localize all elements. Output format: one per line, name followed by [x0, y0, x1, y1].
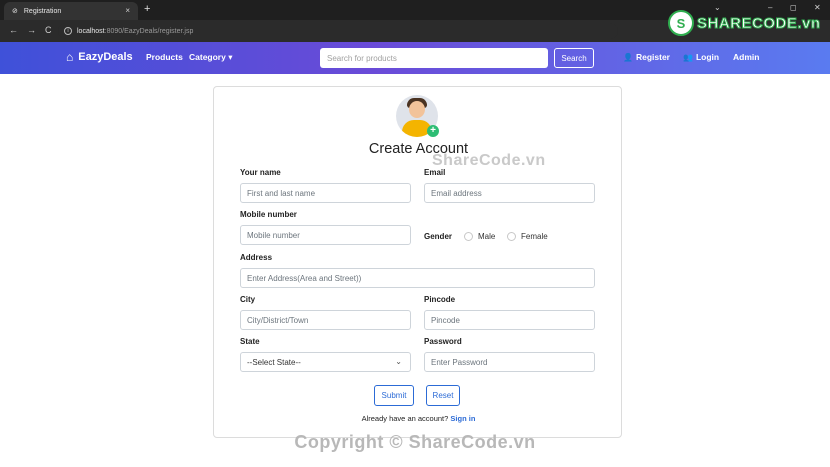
- address-label: Address: [240, 253, 273, 262]
- back-button[interactable]: ←: [9, 25, 18, 35]
- forward-button[interactable]: →: [27, 25, 36, 35]
- search-button[interactable]: Search: [554, 48, 594, 68]
- add-avatar-icon: +: [427, 125, 439, 137]
- city-field[interactable]: City/District/Town: [240, 310, 411, 330]
- address-field[interactable]: Enter Address(Area and Street)): [240, 268, 595, 288]
- register-link[interactable]: 👤 Register: [623, 52, 670, 62]
- gender-female-label: Female: [521, 232, 548, 241]
- gender-male-radio[interactable]: [464, 232, 473, 241]
- have-account-text: Already have an account?: [361, 414, 449, 423]
- password-label: Password: [424, 337, 462, 346]
- state-selected-value: --Select State--: [247, 357, 301, 367]
- logo-circle-icon: S: [668, 10, 694, 36]
- logo-text: SHARECODE.vn: [697, 14, 821, 32]
- nav-category-dropdown[interactable]: Category ▾: [189, 52, 232, 63]
- pincode-label: Pincode: [424, 295, 456, 304]
- login-link[interactable]: 👥 Login: [683, 52, 719, 62]
- app-navbar: ⌂ EazyDeals Products Category ▾ Search 👤…: [0, 42, 830, 74]
- admin-link[interactable]: Admin: [733, 52, 759, 62]
- nav-products[interactable]: Products: [146, 52, 183, 62]
- site-info-icon[interactable]: i: [64, 27, 72, 35]
- mobile-field[interactable]: Mobile number: [240, 225, 411, 245]
- reload-button[interactable]: C: [45, 25, 52, 35]
- gender-label: Gender: [424, 232, 453, 241]
- url-path: :8090/EazyDeals/register.jsp: [104, 27, 194, 35]
- new-tab-button[interactable]: +: [144, 3, 150, 15]
- sharecode-logo: S SHARECODE.vn: [668, 10, 821, 36]
- browser-tab[interactable]: ⊘ Registration ×: [4, 2, 138, 20]
- users-icon: 👥: [683, 52, 693, 62]
- email-field[interactable]: Email address: [424, 183, 595, 203]
- gender-male-label: Male: [478, 232, 496, 241]
- state-select[interactable]: --Select State-- ⌄: [240, 352, 411, 372]
- gender-female-radio[interactable]: [507, 232, 516, 241]
- page-title: Create Account: [368, 141, 469, 157]
- chevron-down-icon: ⌄: [395, 357, 402, 366]
- globe-icon: ⊘: [12, 8, 18, 15]
- registration-card: + Create Account Your name First and las…: [213, 86, 622, 438]
- brand-link[interactable]: ⌂ EazyDeals: [66, 50, 133, 64]
- user-plus-icon: 👤: [623, 52, 633, 62]
- center-watermark: ShareCode.vn: [432, 152, 546, 169]
- sign-in-link[interactable]: Sign in: [450, 414, 475, 423]
- search-input[interactable]: [320, 48, 548, 68]
- brand-name: EazyDeals: [78, 51, 133, 63]
- state-label: State: [240, 337, 260, 346]
- reset-button[interactable]: Reset: [426, 385, 460, 406]
- signin-prompt: Already have an account? Sign in: [214, 414, 623, 423]
- submit-button[interactable]: Submit: [374, 385, 414, 406]
- mobile-label: Mobile number: [240, 210, 297, 219]
- login-label: Login: [695, 52, 720, 62]
- url-field[interactable]: i localhost:8090/EazyDeals/register.jsp: [58, 23, 618, 39]
- name-label: Your name: [240, 168, 281, 177]
- pincode-field[interactable]: Pincode: [424, 310, 595, 330]
- tab-title: Registration: [23, 7, 62, 15]
- city-label: City: [240, 295, 256, 304]
- copyright-watermark: Copyright © ShareCode.vn: [294, 432, 536, 452]
- url-host: localhost: [77, 27, 105, 35]
- home-icon: ⌂: [66, 50, 74, 64]
- register-label: Register: [635, 52, 670, 62]
- password-field[interactable]: Enter Password: [424, 352, 595, 372]
- name-field[interactable]: First and last name: [240, 183, 411, 203]
- tab-close-icon[interactable]: ×: [125, 6, 130, 15]
